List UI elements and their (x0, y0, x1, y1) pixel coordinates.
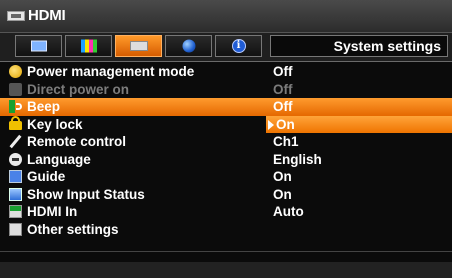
hdmi-input-icon (7, 11, 25, 21)
lock-icon (9, 115, 22, 130)
menu-item-key-lock[interactable]: Key lock On (0, 115, 452, 133)
menu-item-power-management-mode[interactable]: Power management mode Off (0, 63, 452, 81)
menu-item-other-settings[interactable]: Other settings (0, 221, 452, 239)
menu-item-guide[interactable]: Guide On (0, 168, 452, 186)
tab-color-adjustment[interactable] (65, 35, 112, 57)
item-value: Auto (273, 204, 304, 219)
item-label: Beep (27, 99, 61, 114)
play-arrow-icon (268, 119, 274, 130)
footer-bar (0, 262, 452, 278)
tab-label-box: System settings (270, 35, 448, 57)
screen-icon (30, 40, 47, 52)
item-value: Off (273, 64, 293, 79)
item-label: HDMI In (27, 204, 78, 219)
item-label: Language (27, 151, 91, 167)
menu-item-show-input-status[interactable]: Show Input Status On (0, 186, 452, 204)
info-icon: i (231, 39, 246, 53)
color-bars-icon (80, 39, 97, 53)
menu-item-direct-power-on: Direct power on Off (0, 81, 452, 99)
current-tab-label: System settings (333, 38, 441, 54)
settings-list: Power management mode Off Direct power o… (0, 63, 452, 238)
menu-item-beep[interactable]: Beep Off (0, 98, 452, 116)
title-bar: HDMI (0, 0, 452, 33)
other-settings-icon (9, 222, 22, 236)
item-value: On (276, 116, 295, 132)
tab-image-adjustment[interactable] (15, 35, 62, 57)
hdmi-in-icon (9, 205, 22, 218)
input-connector-icon (129, 41, 148, 51)
menu-item-remote-control[interactable]: Remote control Ch1 (0, 133, 452, 151)
tab-strip: i System settings (0, 33, 452, 62)
item-value: Off (273, 99, 293, 114)
speech-bubble-icon (9, 152, 22, 166)
item-label: Other settings (27, 221, 119, 237)
direct-power-icon (9, 82, 22, 96)
tab-network-settings[interactable] (165, 35, 212, 57)
item-label: Remote control (27, 134, 127, 149)
menu-item-hdmi-in[interactable]: HDMI In Auto (0, 203, 452, 221)
item-label: Show Input Status (27, 186, 145, 202)
tab-information[interactable]: i (215, 35, 262, 57)
item-value: Ch1 (273, 134, 299, 149)
guide-icon (9, 170, 22, 183)
globe-icon (182, 39, 195, 53)
menu-item-language[interactable]: Language English (0, 151, 452, 169)
item-label: Power management mode (27, 64, 195, 79)
input-status-icon (9, 187, 22, 201)
item-value: On (273, 169, 292, 184)
item-label: Guide (27, 169, 66, 184)
item-label: Direct power on (27, 81, 130, 97)
item-value: English (273, 151, 322, 167)
speaker-icon (9, 100, 22, 113)
item-value: On (273, 186, 292, 202)
item-value: Off (273, 81, 293, 97)
osd-menu: HDMI i System settings Power management … (0, 0, 452, 278)
tab-input-settings[interactable] (115, 35, 162, 57)
window-title: HDMI (28, 7, 66, 24)
remote-icon (9, 135, 22, 148)
divider (0, 251, 452, 252)
power-icon (9, 65, 22, 78)
value-selector[interactable]: On (266, 115, 452, 133)
item-label: Key lock (27, 116, 83, 132)
